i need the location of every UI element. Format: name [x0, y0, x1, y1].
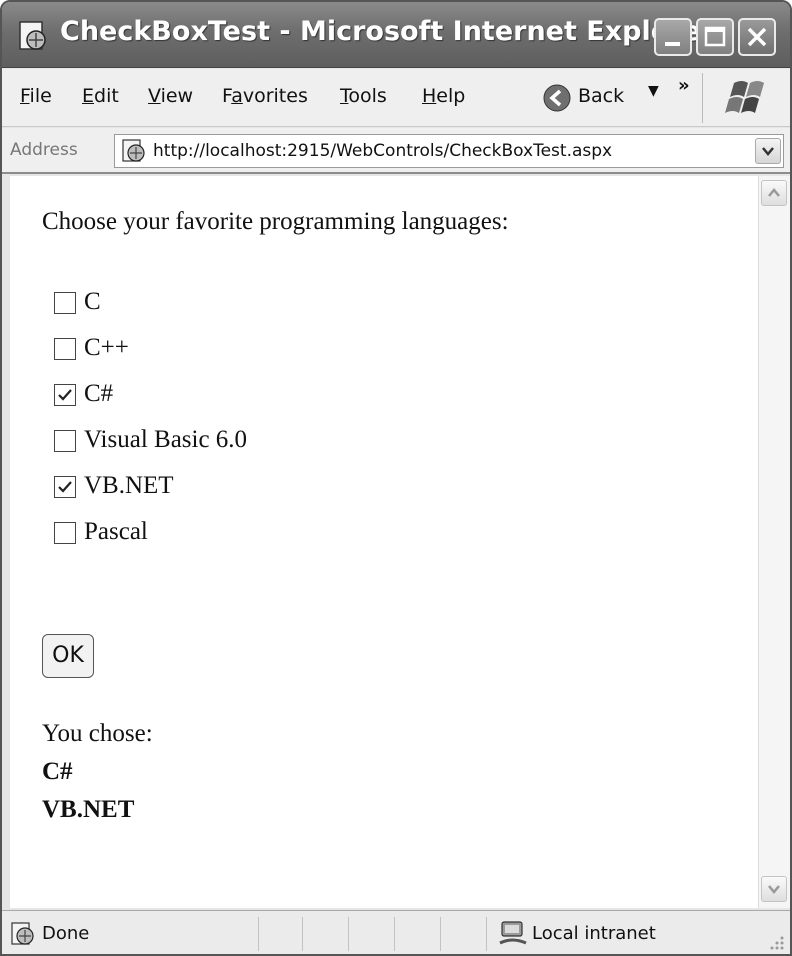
- security-zone: Local intranet: [532, 923, 656, 944]
- address-bar: Address http://localhost:2915/WebControl…: [2, 128, 790, 174]
- menu-edit[interactable]: Edit: [82, 85, 119, 107]
- address-dropdown-button[interactable]: [755, 138, 781, 164]
- result-item: C#: [42, 758, 73, 785]
- status-separator: [258, 917, 259, 951]
- intranet-icon: [499, 921, 527, 945]
- menu-help[interactable]: Help: [422, 85, 465, 107]
- toolbar-divider: [702, 73, 703, 123]
- status-bar: Done Local intranet: [2, 910, 790, 954]
- status-separator: [302, 917, 303, 951]
- status-separator: [394, 917, 395, 951]
- back-button[interactable]: Back ▼: [542, 79, 670, 117]
- resize-grip-icon[interactable]: [766, 932, 786, 952]
- vertical-scrollbar[interactable]: [758, 176, 790, 908]
- checkbox-box[interactable]: [54, 338, 76, 360]
- chevron-down-icon: [762, 147, 774, 156]
- scroll-down-button[interactable]: [761, 876, 787, 902]
- close-icon: [747, 27, 767, 47]
- checkmark-icon: [58, 481, 72, 493]
- checkbox-box[interactable]: [54, 384, 76, 406]
- checkbox-box[interactable]: [54, 430, 76, 452]
- back-arrow-icon: [543, 84, 571, 112]
- menu-favorites[interactable]: Favorites: [222, 85, 308, 107]
- minimize-button[interactable]: [654, 18, 692, 56]
- checkbox-box[interactable]: [54, 292, 76, 314]
- status-text: Done: [42, 923, 90, 944]
- address-label: Address: [10, 140, 78, 160]
- ie-page-icon: [11, 922, 34, 945]
- more-chevrons-icon[interactable]: »: [678, 75, 690, 96]
- windows-logo-icon: [725, 81, 764, 113]
- checkbox-label[interactable]: Pascal: [84, 518, 148, 546]
- menu-bar: File Edit View Favorites Tools Help Back…: [2, 69, 790, 127]
- checkbox-label[interactable]: Visual Basic 6.0: [84, 426, 247, 454]
- browser-window: CheckBoxTest - Microsoft Internet Explor…: [0, 0, 792, 956]
- ie-page-icon: [122, 139, 145, 162]
- menu-file[interactable]: File: [20, 85, 52, 107]
- checkbox-label[interactable]: C++: [84, 334, 129, 362]
- maximize-icon: [704, 26, 726, 47]
- status-separator: [486, 917, 487, 951]
- checkbox-box[interactable]: [54, 522, 76, 544]
- checkbox-label[interactable]: VB.NET: [84, 472, 174, 500]
- page-prompt: Choose your favorite programming languag…: [42, 208, 509, 235]
- checkbox-label[interactable]: C#: [84, 380, 113, 408]
- menu-tools[interactable]: Tools: [340, 85, 387, 107]
- maximize-button[interactable]: [696, 18, 734, 56]
- ie-page-icon: [19, 21, 46, 50]
- ok-button[interactable]: OK: [42, 634, 94, 678]
- chevron-down-icon[interactable]: ▼: [648, 83, 659, 99]
- chevron-up-icon: [768, 188, 780, 197]
- checkbox-label[interactable]: C: [84, 288, 101, 316]
- result-item: VB.NET: [42, 796, 135, 823]
- title-bar[interactable]: CheckBoxTest - Microsoft Internet Explor…: [2, 2, 790, 68]
- minimize-icon: [665, 42, 680, 46]
- scroll-up-button[interactable]: [761, 180, 787, 206]
- status-separator: [440, 917, 441, 951]
- checkbox-box[interactable]: [54, 476, 76, 498]
- window-title: CheckBoxTest - Microsoft Internet Explor…: [60, 16, 715, 47]
- chevron-down-icon: [768, 885, 780, 894]
- page-content: Choose your favorite programming languag…: [10, 176, 758, 908]
- address-input[interactable]: http://localhost:2915/WebControls/CheckB…: [114, 134, 784, 168]
- menu-view[interactable]: View: [148, 85, 193, 107]
- address-url: http://localhost:2915/WebControls/CheckB…: [153, 141, 613, 161]
- result-label: You chose:: [42, 720, 153, 747]
- status-separator: [348, 917, 349, 951]
- checkmark-icon: [58, 389, 72, 401]
- close-button[interactable]: [738, 18, 776, 56]
- back-label: Back: [578, 85, 625, 107]
